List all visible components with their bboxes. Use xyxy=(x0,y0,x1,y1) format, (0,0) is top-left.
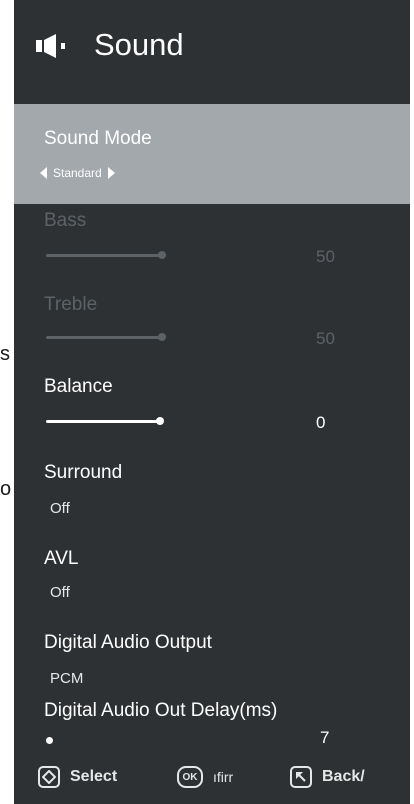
balance-label: Balance xyxy=(44,376,113,397)
treble-item: Treble 50 xyxy=(14,288,410,372)
bass-slider-track xyxy=(46,254,162,257)
digital-audio-delay-label: Digital Audio Out Delay(ms) xyxy=(44,700,278,721)
balance-slider-track[interactable] xyxy=(46,420,160,423)
speaker-icon xyxy=(36,34,65,58)
back-hint: Back/ xyxy=(290,766,365,788)
dpad-icon xyxy=(38,766,60,788)
balance-value: 0 xyxy=(316,413,326,432)
treble-slider-track xyxy=(46,336,162,339)
digital-audio-delay-item[interactable]: Digital Audio Out Delay(ms) 7 xyxy=(14,696,410,754)
arrow-right-icon[interactable] xyxy=(107,167,115,179)
select-hint-label: Select xyxy=(70,768,118,785)
back-icon xyxy=(290,766,312,788)
header: Sound xyxy=(14,0,410,96)
surround-item[interactable]: Surround Off xyxy=(14,456,410,540)
footer-hints: Select OK ıfirr Back/ xyxy=(14,754,410,800)
avl-value: Off xyxy=(50,584,70,601)
select-hint: Select xyxy=(38,766,117,788)
digital-audio-output-label: Digital Audio Output xyxy=(44,632,212,653)
avl-item[interactable]: AVL Off xyxy=(14,540,410,624)
treble-value: 50 xyxy=(316,329,335,348)
bass-value: 50 xyxy=(316,247,335,266)
treble-label: Treble xyxy=(44,294,98,315)
back-hint-label: Back/ xyxy=(322,768,365,785)
treble-slider-knob xyxy=(158,333,166,341)
surround-value: Off xyxy=(50,500,70,517)
confirm-hint: OK ıfirr xyxy=(177,766,233,788)
balance-slider-knob[interactable] xyxy=(156,417,164,425)
balance-item[interactable]: Balance 0 xyxy=(14,372,410,456)
sound-mode-item[interactable]: Sound Mode Standard xyxy=(14,104,410,204)
digital-audio-output-item[interactable]: Digital Audio Output PCM xyxy=(14,624,410,696)
bass-item: Bass 50 xyxy=(14,204,410,288)
edge-text-fragment: o xyxy=(0,478,12,500)
digital-audio-delay-value: 7 xyxy=(320,728,330,747)
bass-label: Bass xyxy=(44,210,87,231)
digital-audio-output-value: PCM xyxy=(50,670,84,687)
bass-slider-knob xyxy=(158,251,166,259)
confirm-hint-label: ıfirr xyxy=(213,769,234,785)
edge-text-fragment: s xyxy=(0,343,10,365)
sound-mode-value: Standard xyxy=(53,166,102,180)
arrow-left-icon[interactable] xyxy=(40,167,47,179)
ok-button-icon: OK xyxy=(177,766,203,788)
sound-mode-selector[interactable]: Standard xyxy=(40,166,115,180)
surround-label: Surround xyxy=(44,462,123,483)
avl-label: AVL xyxy=(44,548,79,569)
page-title: Sound xyxy=(94,27,184,62)
sound-mode-label: Sound Mode xyxy=(44,128,152,149)
sound-settings-panel: Sound Sound Mode Standard Bass 50 Treble… xyxy=(14,0,410,804)
delay-slider-knob[interactable] xyxy=(46,737,53,744)
